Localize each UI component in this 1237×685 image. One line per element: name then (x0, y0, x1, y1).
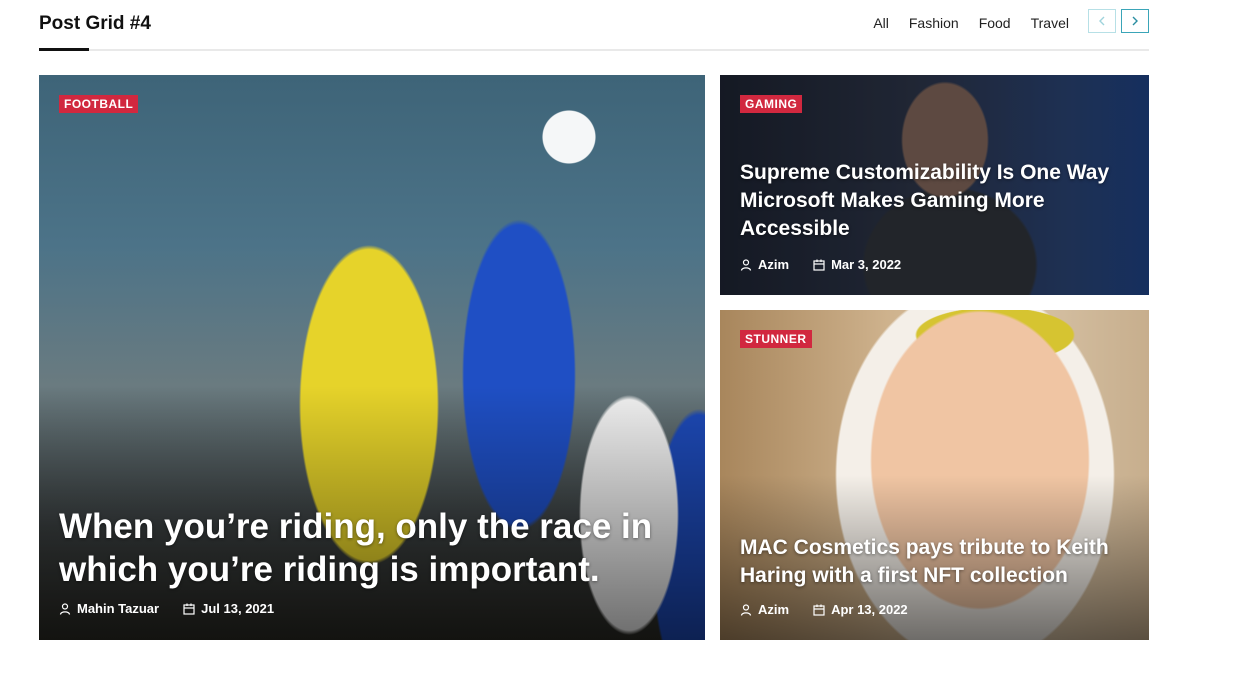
user-icon (740, 258, 752, 271)
post-meta: Azim Apr 13, 2022 (740, 602, 908, 617)
user-icon (59, 602, 71, 615)
post-date: Apr 13, 2022 (831, 602, 908, 617)
post-author[interactable]: Mahin Tazuar (77, 601, 159, 616)
post-meta: Mahin Tazuar Jul 13, 2021 (59, 601, 274, 616)
chevron-right-icon (1132, 16, 1138, 26)
post-date: Jul 13, 2021 (201, 601, 275, 616)
category-badge[interactable]: STUNNER (740, 330, 812, 348)
post-card-gaming[interactable]: GAMING Supreme Customizability Is One Wa… (720, 75, 1149, 295)
category-filters: All Fashion Food Travel (873, 15, 1069, 31)
post-card-stunner[interactable]: STUNNER MAC Cosmetics pays tribute to Ke… (720, 310, 1149, 640)
filter-all[interactable]: All (873, 15, 889, 31)
header-accent-bar (39, 48, 89, 51)
post-title[interactable]: Supreme Customizability Is One Way Micro… (740, 159, 1120, 243)
post-title[interactable]: When you’re riding, only the race in whi… (59, 505, 679, 591)
calendar-icon (813, 259, 825, 271)
post-grid-header: Post Grid #4 All Fashion Food Travel (39, 0, 1149, 52)
filter-food[interactable]: Food (979, 15, 1011, 31)
post-meta: Azim Mar 3, 2022 (740, 257, 901, 272)
category-badge[interactable]: FOOTBALL (59, 95, 139, 113)
post-date: Mar 3, 2022 (831, 257, 902, 272)
user-icon (740, 603, 752, 616)
filter-travel[interactable]: Travel (1031, 15, 1069, 31)
header-divider (39, 49, 1149, 51)
section-title: Post Grid #4 (39, 13, 151, 34)
chevron-left-icon (1099, 16, 1105, 26)
post-card-featured[interactable]: FOOTBALL When you’re riding, only the ra… (39, 75, 705, 640)
filter-fashion[interactable]: Fashion (909, 15, 959, 31)
prev-button[interactable] (1088, 9, 1116, 33)
post-title[interactable]: MAC Cosmetics pays tribute to Keith Hari… (740, 534, 1130, 590)
post-author[interactable]: Azim (758, 602, 789, 617)
next-button[interactable] (1121, 9, 1149, 33)
calendar-icon (183, 603, 195, 615)
post-author[interactable]: Azim (758, 257, 789, 272)
category-badge[interactable]: GAMING (740, 95, 803, 113)
calendar-icon (813, 604, 825, 616)
